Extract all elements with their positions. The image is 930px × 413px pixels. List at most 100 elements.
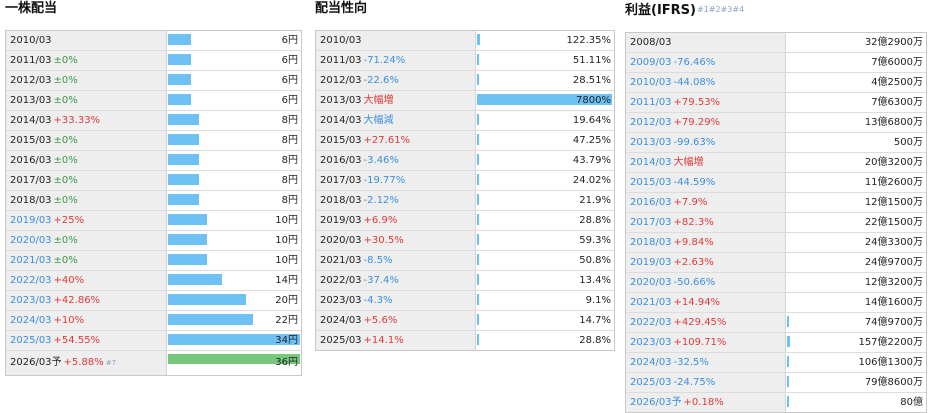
row-label: 2025/03 -24.75% — [626, 373, 786, 392]
year-link: 2013/03 — [320, 95, 362, 106]
row-value: 28.8% — [579, 335, 611, 346]
row-value: 8円 — [281, 135, 298, 146]
row-label: 2010/03 — [6, 31, 167, 50]
row-label: 2010/03 -44.08% — [626, 73, 786, 92]
table-row: 2019/03 +2.63% 24億9700万 — [626, 253, 926, 273]
year-link[interactable]: 2022/03 — [10, 275, 52, 286]
value-bar — [787, 316, 789, 327]
row-label: 2011/03 ±0% — [6, 51, 167, 70]
forecast-row: 2026/03予 +0.18% 80億 — [626, 393, 926, 412]
year-link[interactable]: 2024/03 — [10, 315, 52, 326]
table-row: 2020/03 +30.5% 59.3% — [316, 231, 614, 251]
row-value: 74億9700万 — [864, 317, 923, 328]
value-bar — [168, 314, 253, 325]
year-link[interactable]: 2023/03 — [10, 295, 52, 306]
table-row: 2021/03 -8.5% 50.8% — [316, 251, 614, 271]
year-link: 2013/03 — [10, 95, 52, 106]
row-label: 2011/03 -71.24% — [316, 51, 476, 70]
value-bar — [168, 294, 246, 305]
change-percent: -32.5% — [673, 357, 709, 368]
year-link: 2021/03 — [320, 255, 362, 266]
year-link[interactable]: 2019/03 — [10, 215, 52, 226]
table-row: 2014/03 大幅増 20億3200万 — [626, 153, 926, 173]
value-bar — [168, 254, 207, 265]
year-link[interactable]: 2012/03 — [630, 117, 672, 128]
change-percent: +27.61% — [363, 135, 411, 146]
row-label: 2014/03 +33.33% — [6, 111, 167, 130]
table-row: 2022/03 +40% 14円 — [6, 271, 301, 291]
value-bar — [787, 356, 789, 367]
year-link[interactable]: 2024/03 — [630, 357, 672, 368]
year-link[interactable]: 2020/03 — [10, 235, 52, 246]
table-row: 2013/03 ±0% 6円 — [6, 91, 301, 111]
year-link[interactable]: 2015/03 — [630, 177, 672, 188]
change-percent: +7.9% — [673, 197, 708, 208]
year-link[interactable]: 2013/03 — [630, 137, 672, 148]
value-bar — [477, 134, 479, 145]
row-value: 43.79% — [572, 155, 611, 166]
table-row: 2022/03 -37.4% 13.4% — [316, 271, 614, 291]
value-bar — [477, 334, 479, 345]
row-label: 2020/03 ±0% — [6, 231, 167, 250]
year-link[interactable]: 2011/03 — [630, 97, 672, 108]
year-link[interactable]: 2017/03 — [630, 217, 672, 228]
year-link[interactable]: 2025/03 — [630, 377, 672, 388]
change-percent: 大幅増 — [673, 157, 704, 168]
year-link: 2017/03 — [320, 175, 362, 186]
year-link[interactable]: 2023/03 — [630, 337, 672, 348]
change-percent: -76.46% — [673, 57, 716, 68]
year-link[interactable]: 2014/03 — [630, 157, 672, 168]
table-row: 2016/03 +7.9% 12億1500万 — [626, 193, 926, 213]
row-value: 19.64% — [572, 115, 611, 126]
row-value: 7億6000万 — [871, 57, 923, 68]
year-link[interactable]: 2019/03 — [630, 257, 672, 268]
change-percent: 大幅増 — [363, 95, 394, 106]
row-value: 13億6800万 — [864, 117, 923, 128]
year-link[interactable]: 2018/03 — [630, 237, 672, 248]
table-row: 2016/03 -3.46% 43.79% — [316, 151, 614, 171]
table-row: 2018/03 -2.12% 21.9% — [316, 191, 614, 211]
row-label: 2012/03 ±0% — [6, 71, 167, 90]
year-link[interactable]: 2009/03 — [630, 57, 672, 68]
change-percent: ±0% — [53, 95, 78, 106]
change-percent: ±0% — [53, 155, 78, 166]
value-bar — [168, 174, 199, 185]
table-row: 2011/03 +79.53% 7億6300万 — [626, 93, 926, 113]
table-row: 2012/03 -22.6% 28.51% — [316, 71, 614, 91]
footnote-link[interactable]: #7 — [106, 359, 116, 367]
year-link: 2019/03 — [320, 215, 362, 226]
row-label: 2017/03 +82.3% — [626, 213, 786, 232]
table-row: 2018/03 +9.84% 24億3300万 — [626, 233, 926, 253]
year-link[interactable]: 2016/03 — [630, 197, 672, 208]
row-value: 122.35% — [566, 35, 612, 46]
year-link[interactable]: 2020/03 — [630, 277, 672, 288]
row-value: 8円 — [281, 195, 298, 206]
year-link[interactable]: 2021/03 — [630, 297, 672, 308]
year-link: 2010/03 — [10, 35, 52, 46]
title-footnote-links[interactable]: #1#2#3#4 — [697, 5, 744, 14]
year-link: 2026/03予 — [10, 357, 62, 368]
row-label: 2013/03 ±0% — [6, 91, 167, 110]
row-value: 24.02% — [572, 175, 611, 186]
row-label: 2017/03 -19.77% — [316, 171, 476, 190]
table-row: 2016/03 ±0% 8円 — [6, 151, 301, 171]
year-link[interactable]: 2025/03 — [10, 335, 52, 346]
year-link[interactable]: 2021/03 — [10, 255, 52, 266]
value-bar — [477, 114, 479, 125]
row-value: 22億1500万 — [864, 217, 923, 228]
year-link[interactable]: 2022/03 — [630, 317, 672, 328]
change-percent: -2.12% — [363, 195, 399, 206]
change-percent: ±0% — [53, 235, 78, 246]
year-link[interactable]: 2010/03 — [630, 77, 672, 88]
change-percent: +14.1% — [363, 335, 404, 346]
table-row: 2013/03 大幅増 7800% — [316, 91, 614, 111]
value-bar — [787, 336, 790, 347]
row-label: 2016/03 ±0% — [6, 151, 167, 170]
table-row: 2017/03 ±0% 8円 — [6, 171, 301, 191]
row-value: 20億3200万 — [864, 157, 923, 168]
row-value: 20円 — [275, 295, 298, 306]
table-row: 2021/03 +14.94% 14億1600万 — [626, 293, 926, 313]
table-row: 2014/03 +33.33% 8円 — [6, 111, 301, 131]
value-bar — [168, 134, 199, 145]
year-link[interactable]: 2026/03予 — [630, 397, 682, 408]
